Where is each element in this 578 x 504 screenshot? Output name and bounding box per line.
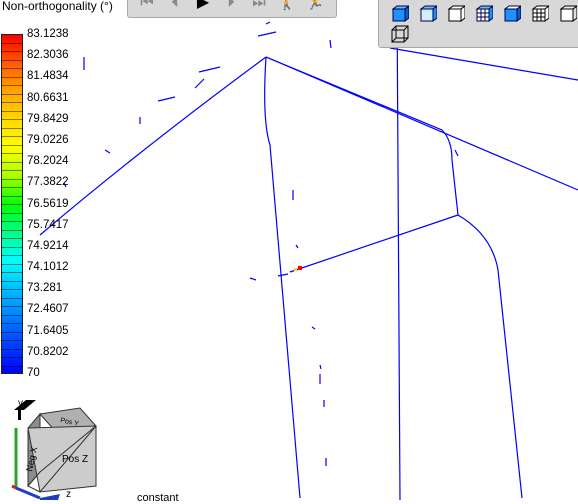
color-bar-band-line bbox=[1, 161, 23, 163]
color-bar-tick-label: 70 bbox=[27, 367, 40, 379]
color-bar-tick-label: 79.0226 bbox=[27, 133, 69, 146]
color-bar-band-line bbox=[1, 93, 23, 95]
first-frame-icon[interactable]: ⏮ bbox=[134, 0, 160, 15]
color-bar-tick-label: 74.1012 bbox=[27, 261, 69, 274]
view-outline-cube-icon[interactable] bbox=[445, 3, 467, 25]
color-bar-band-line bbox=[1, 348, 23, 350]
orientation-axes-widget[interactable]: y Pos Z Neg X Pos Y z bbox=[0, 388, 120, 500]
color-bar-band-line bbox=[1, 323, 23, 324]
color-bar-band-line bbox=[1, 144, 23, 146]
color-bar-tick-label: 81.4834 bbox=[27, 70, 69, 83]
view-toolbar bbox=[378, 0, 578, 48]
color-bar-band-line bbox=[1, 365, 23, 367]
color-bar-band-line bbox=[1, 357, 23, 358]
color-bar-band-line bbox=[1, 238, 23, 239]
color-bar-band-line bbox=[1, 272, 23, 273]
view-blue-cube-icon[interactable] bbox=[389, 3, 411, 25]
view-wireframe-cube-icon[interactable] bbox=[389, 23, 411, 45]
color-bar-band-line bbox=[1, 110, 23, 112]
color-bar-tick-label: 79.8429 bbox=[27, 112, 69, 125]
view-blue-cube-2-icon[interactable] bbox=[417, 3, 439, 25]
color-bar-band-line bbox=[1, 229, 23, 231]
color-bar-band-line bbox=[1, 85, 23, 86]
color-bar-band-line bbox=[1, 170, 23, 171]
view-grid-cube-icon[interactable] bbox=[473, 3, 495, 25]
x-axis-line bbox=[11, 484, 17, 490]
color-bar-band-line bbox=[1, 187, 23, 188]
color-bar-band-line bbox=[1, 51, 23, 52]
color-bar-band-line bbox=[1, 195, 23, 197]
color-bar-tick-label: 78.2024 bbox=[27, 155, 69, 168]
color-bar-band-line bbox=[1, 280, 23, 282]
color-bar-band-line bbox=[1, 204, 23, 205]
play-icon[interactable]: ▶ bbox=[190, 0, 216, 15]
color-bar-tick-label: 71.6405 bbox=[27, 324, 69, 337]
color-bar-band-line bbox=[1, 340, 23, 341]
cube-front-label: Pos Z bbox=[62, 454, 88, 465]
previous-frame-icon[interactable]: ⏴ bbox=[162, 0, 188, 15]
color-bar-tick-label: 70.8202 bbox=[27, 345, 69, 358]
color-bar-band-line bbox=[1, 306, 23, 307]
color-bar-band-line bbox=[1, 102, 23, 103]
last-frame-icon[interactable]: ⏭ bbox=[246, 0, 272, 15]
color-bar-band-line bbox=[1, 127, 23, 129]
color-bar-tick-label: 82.3036 bbox=[27, 49, 69, 62]
next-frame-icon[interactable]: ⏵ bbox=[218, 0, 244, 15]
color-bar-band-line bbox=[1, 68, 23, 69]
walk-icon[interactable]: 🚶 bbox=[274, 0, 300, 15]
color-bar-tick-label: 74.9214 bbox=[27, 239, 69, 252]
mesh-edges bbox=[39, 0, 578, 500]
color-bar-band-line bbox=[1, 263, 23, 265]
color-bar-band-line bbox=[1, 59, 23, 61]
legend-title: Non-orthogonality (°) bbox=[2, 0, 113, 13]
view-outline-cube-2-icon[interactable] bbox=[557, 3, 578, 25]
animation-toolbar: ⏮ ⏴ ▶ ⏵ ⏭ 🚶 🏃 bbox=[127, 0, 337, 18]
z-axis-line bbox=[15, 486, 41, 500]
view-blue-cube-3-icon[interactable] bbox=[501, 3, 523, 25]
z-axis-label: z bbox=[66, 489, 71, 500]
color-bar-tick-label: 83.1238 bbox=[27, 28, 69, 40]
color-bar-tick-label: 76.5619 bbox=[27, 197, 69, 210]
highlighted-cell-2 bbox=[294, 268, 297, 271]
color-bar-band-line bbox=[1, 119, 23, 120]
view-grid-cube-2-icon[interactable] bbox=[529, 3, 551, 25]
color-bar-band-line bbox=[1, 42, 23, 44]
color-bar-tick-label: 77.3822 bbox=[27, 176, 69, 189]
color-bar-band-line bbox=[1, 136, 23, 137]
color-bar-band-line bbox=[1, 314, 23, 316]
color-bar-band-line bbox=[1, 221, 23, 222]
color-bar-tick-label: 80.6631 bbox=[27, 91, 69, 104]
color-bar-band-line bbox=[1, 76, 23, 78]
color-bar-band-line bbox=[1, 289, 23, 290]
y-axis-label: y bbox=[18, 398, 23, 409]
color-bar-band-line bbox=[1, 255, 23, 256]
z-axis-arrow-icon bbox=[40, 494, 60, 500]
color-bar-band-line bbox=[1, 297, 23, 299]
highlighted-cell bbox=[298, 266, 302, 270]
color-bar-band-line bbox=[1, 153, 23, 154]
time-directory-label: constant bbox=[137, 492, 179, 504]
color-bar-tick-label: 72.4607 bbox=[27, 303, 69, 316]
color-bar-band-line bbox=[1, 331, 23, 333]
color-bar-tick-label: 75.7417 bbox=[27, 218, 69, 231]
color-bar-tick-label: 73.281 bbox=[27, 282, 63, 295]
color-bar-band-line bbox=[1, 212, 23, 214]
color-bar-band-line bbox=[1, 246, 23, 248]
color-bar-band-line bbox=[1, 178, 23, 180]
run-icon[interactable]: 🏃 bbox=[302, 0, 328, 15]
